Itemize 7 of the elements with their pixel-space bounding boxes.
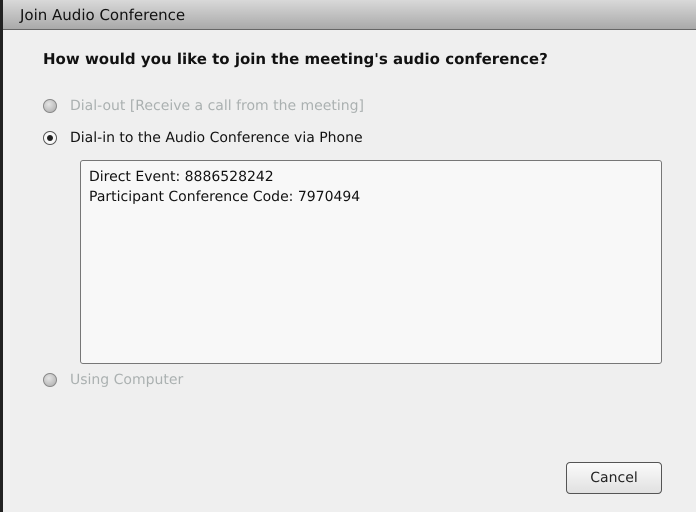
radio-button[interactable]: [43, 131, 57, 145]
info-line: Participant Conference Code: 7970494: [89, 188, 362, 207]
question-heading: How would you like to join the meeting's audio conference?: [43, 50, 549, 68]
cancel-button[interactable]: Cancel: [566, 462, 662, 494]
window-title: Join Audio Conference: [20, 6, 186, 24]
info-line: Direct Event: 8886528242: [89, 168, 275, 187]
radio-option[interactable]: Dial-in to the Audio Conference via Phone: [43, 122, 662, 154]
